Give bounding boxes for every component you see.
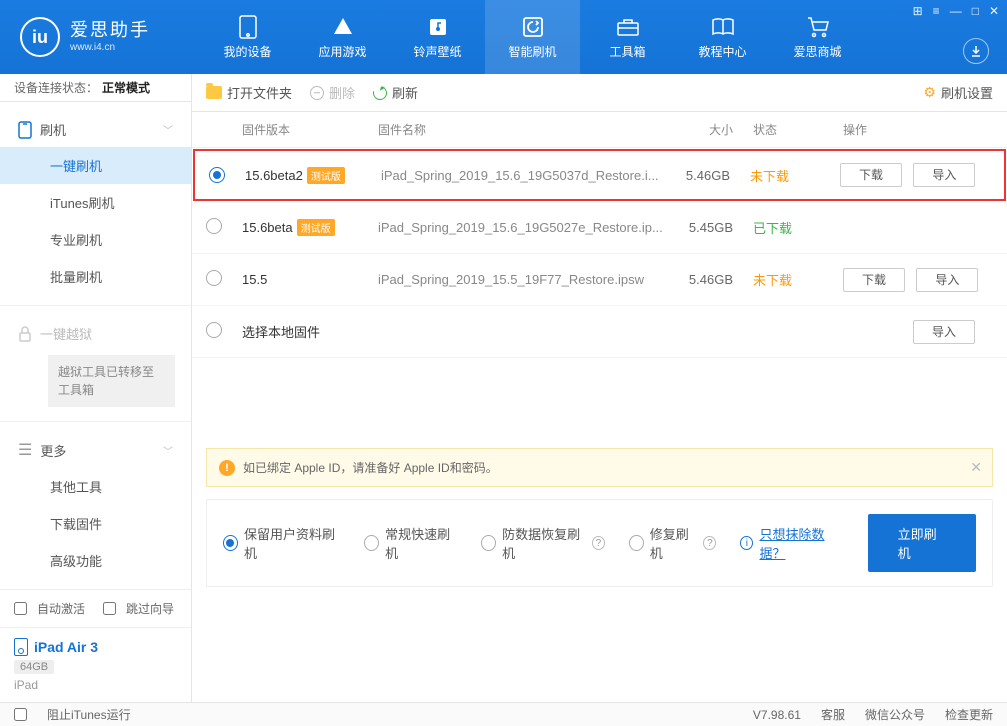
import-button[interactable]: 导入 <box>913 163 975 187</box>
sidebar-item-itunes[interactable]: iTunes刷机 <box>0 184 191 221</box>
nav-my-device[interactable]: 我的设备 <box>200 0 295 74</box>
local-firmware-row[interactable]: 选择本地固件 导入 <box>192 306 1007 358</box>
toolbar: 打开文件夹 删除 刷新 ⚙ 刷机设置 <box>192 74 1007 112</box>
sidebar-more-group[interactable]: ☰ 更多 ﹀ <box>0 432 191 468</box>
folder-icon <box>206 86 222 99</box>
close-warning-button[interactable]: ✕ <box>970 459 982 476</box>
download-button[interactable]: 下载 <box>840 163 902 187</box>
logo-icon: iu <box>20 17 60 57</box>
check-update-link[interactable]: 检查更新 <box>945 706 993 723</box>
version-label: V7.98.61 <box>753 708 801 722</box>
firmware-row[interactable]: 15.6beta2测试版 iPad_Spring_2019_15.6_19G50… <box>193 149 1006 201</box>
nav-store[interactable]: 爱思商城 <box>770 0 865 74</box>
flash-options: 保留用户资料刷机 常规快速刷机 防数据恢复刷机? 修复刷机? i只想抹除数据？ … <box>206 499 993 587</box>
ipad-icon <box>14 638 28 656</box>
nav-ringtone[interactable]: 铃声壁纸 <box>390 0 485 74</box>
import-button[interactable]: 导入 <box>913 320 975 344</box>
status-bar-footer: 阻止iTunes运行 V7.98.61 客服 微信公众号 检查更新 <box>0 702 1007 726</box>
apps-icon <box>331 15 355 39</box>
firmware-row[interactable]: 15.6beta测试版 iPad_Spring_2019_15.6_19G502… <box>192 202 1007 254</box>
device-type: iPad <box>14 678 177 692</box>
info-icon: i <box>740 536 753 550</box>
skip-guide-checkbox[interactable] <box>103 602 116 615</box>
close-icon[interactable]: ✕ <box>989 4 999 18</box>
warning-bar: ! 如已绑定 Apple ID，请准备好 Apple ID和密码。 ✕ <box>206 448 993 487</box>
sidebar-jailbreak-group: 一键越狱 <box>0 316 191 351</box>
device-card[interactable]: iPad Air 3 64GB iPad <box>0 627 191 702</box>
main-panel: 打开文件夹 删除 刷新 ⚙ 刷机设置 固件版本 固件名称 大小 状态 操作 <box>192 74 1007 702</box>
title-bar: iu 爱思助手 www.i4.cn 我的设备 应用游戏 铃声壁纸 智能刷机 工具… <box>0 0 1007 74</box>
app-name: 爱思助手 <box>70 20 150 42</box>
help-icon[interactable]: ? <box>592 536 605 550</box>
app-logo: iu 爱思助手 www.i4.cn <box>20 17 150 57</box>
phone-icon <box>236 15 260 39</box>
refresh-button[interactable]: 刷新 <box>373 83 418 102</box>
sidebar-item-download[interactable]: 下载固件 <box>0 505 191 542</box>
cart-icon <box>806 15 830 39</box>
chevron-down-icon: ﹀ <box>163 122 173 137</box>
app-url: www.i4.cn <box>70 42 150 54</box>
flash-settings-button[interactable]: ⚙ 刷机设置 <box>923 83 993 102</box>
support-link[interactable]: 客服 <box>821 706 845 723</box>
sidebar: 设备连接状态：正常模式 刷机 ﹀ 一键刷机 iTunes刷机 专业刷机 批量刷机… <box>0 74 192 702</box>
delete-button[interactable]: 删除 <box>310 83 355 102</box>
option-keep-data[interactable]: 保留用户资料刷机 <box>223 524 340 562</box>
block-itunes-checkbox[interactable] <box>14 708 27 721</box>
start-flash-button[interactable]: 立即刷机 <box>868 514 976 572</box>
erase-link[interactable]: i只想抹除数据？ <box>740 524 843 562</box>
option-normal[interactable]: 常规快速刷机 <box>364 524 457 562</box>
chevron-down-icon: ﹀ <box>163 443 173 458</box>
radio-selected[interactable] <box>209 167 225 183</box>
music-icon <box>426 15 450 39</box>
sidebar-flash-group[interactable]: 刷机 ﹀ <box>0 112 191 147</box>
auto-options: 自动激活 跳过向导 <box>0 589 191 627</box>
import-button[interactable]: 导入 <box>916 268 978 292</box>
radio-unchecked[interactable] <box>206 218 222 234</box>
toolbox-icon <box>616 15 640 39</box>
gear-icon: ⚙ <box>923 84 936 101</box>
maximize-icon[interactable]: □ <box>972 4 979 18</box>
sidebar-item-advanced[interactable]: 高级功能 <box>0 542 191 579</box>
minimize-icon[interactable]: — <box>950 4 962 18</box>
open-folder-button[interactable]: 打开文件夹 <box>206 83 292 102</box>
device-capacity: 64GB <box>14 660 54 674</box>
refresh-icon <box>521 15 545 39</box>
device-icon <box>18 121 32 139</box>
jailbreak-note: 越狱工具已转移至工具箱 <box>48 355 175 407</box>
option-repair[interactable]: 修复刷机? <box>629 524 716 562</box>
auto-activate-checkbox[interactable] <box>14 602 27 615</box>
nav-tutorial[interactable]: 教程中心 <box>675 0 770 74</box>
help-icon[interactable]: ? <box>703 536 716 550</box>
option-antirecovery[interactable]: 防数据恢复刷机? <box>481 524 605 562</box>
list-icon[interactable]: ≡ <box>933 4 940 18</box>
menu-icon[interactable]: ⊞ <box>913 4 923 18</box>
warning-icon: ! <box>219 460 235 476</box>
nav-toolbox[interactable]: 工具箱 <box>580 0 675 74</box>
sidebar-item-other[interactable]: 其他工具 <box>0 468 191 505</box>
nav-apps[interactable]: 应用游戏 <box>295 0 390 74</box>
beta-badge: 测试版 <box>307 167 345 184</box>
more-icon: ☰ <box>18 440 32 460</box>
lock-icon <box>18 326 32 342</box>
refresh-icon <box>370 83 389 102</box>
delete-icon <box>310 86 324 100</box>
firmware-row[interactable]: 15.5 iPad_Spring_2019_15.5_19F77_Restore… <box>192 254 1007 306</box>
window-controls: ⊞ ≡ — □ ✕ <box>913 4 999 18</box>
download-button[interactable]: 下载 <box>843 268 905 292</box>
table-header: 固件版本 固件名称 大小 状态 操作 <box>192 112 1007 148</box>
radio-unchecked[interactable] <box>206 270 222 286</box>
wechat-link[interactable]: 微信公众号 <box>865 706 925 723</box>
nav-flash[interactable]: 智能刷机 <box>485 0 580 74</box>
download-indicator[interactable] <box>963 38 989 64</box>
connection-status: 设备连接状态：正常模式 <box>0 74 191 102</box>
sidebar-item-pro[interactable]: 专业刷机 <box>0 221 191 258</box>
sidebar-item-batch[interactable]: 批量刷机 <box>0 258 191 295</box>
radio-unchecked[interactable] <box>206 322 222 338</box>
top-nav: 我的设备 应用游戏 铃声壁纸 智能刷机 工具箱 教程中心 爱思商城 <box>200 0 865 74</box>
book-icon <box>711 15 735 39</box>
beta-badge: 测试版 <box>297 219 335 236</box>
sidebar-item-oneclick[interactable]: 一键刷机 <box>0 147 191 184</box>
